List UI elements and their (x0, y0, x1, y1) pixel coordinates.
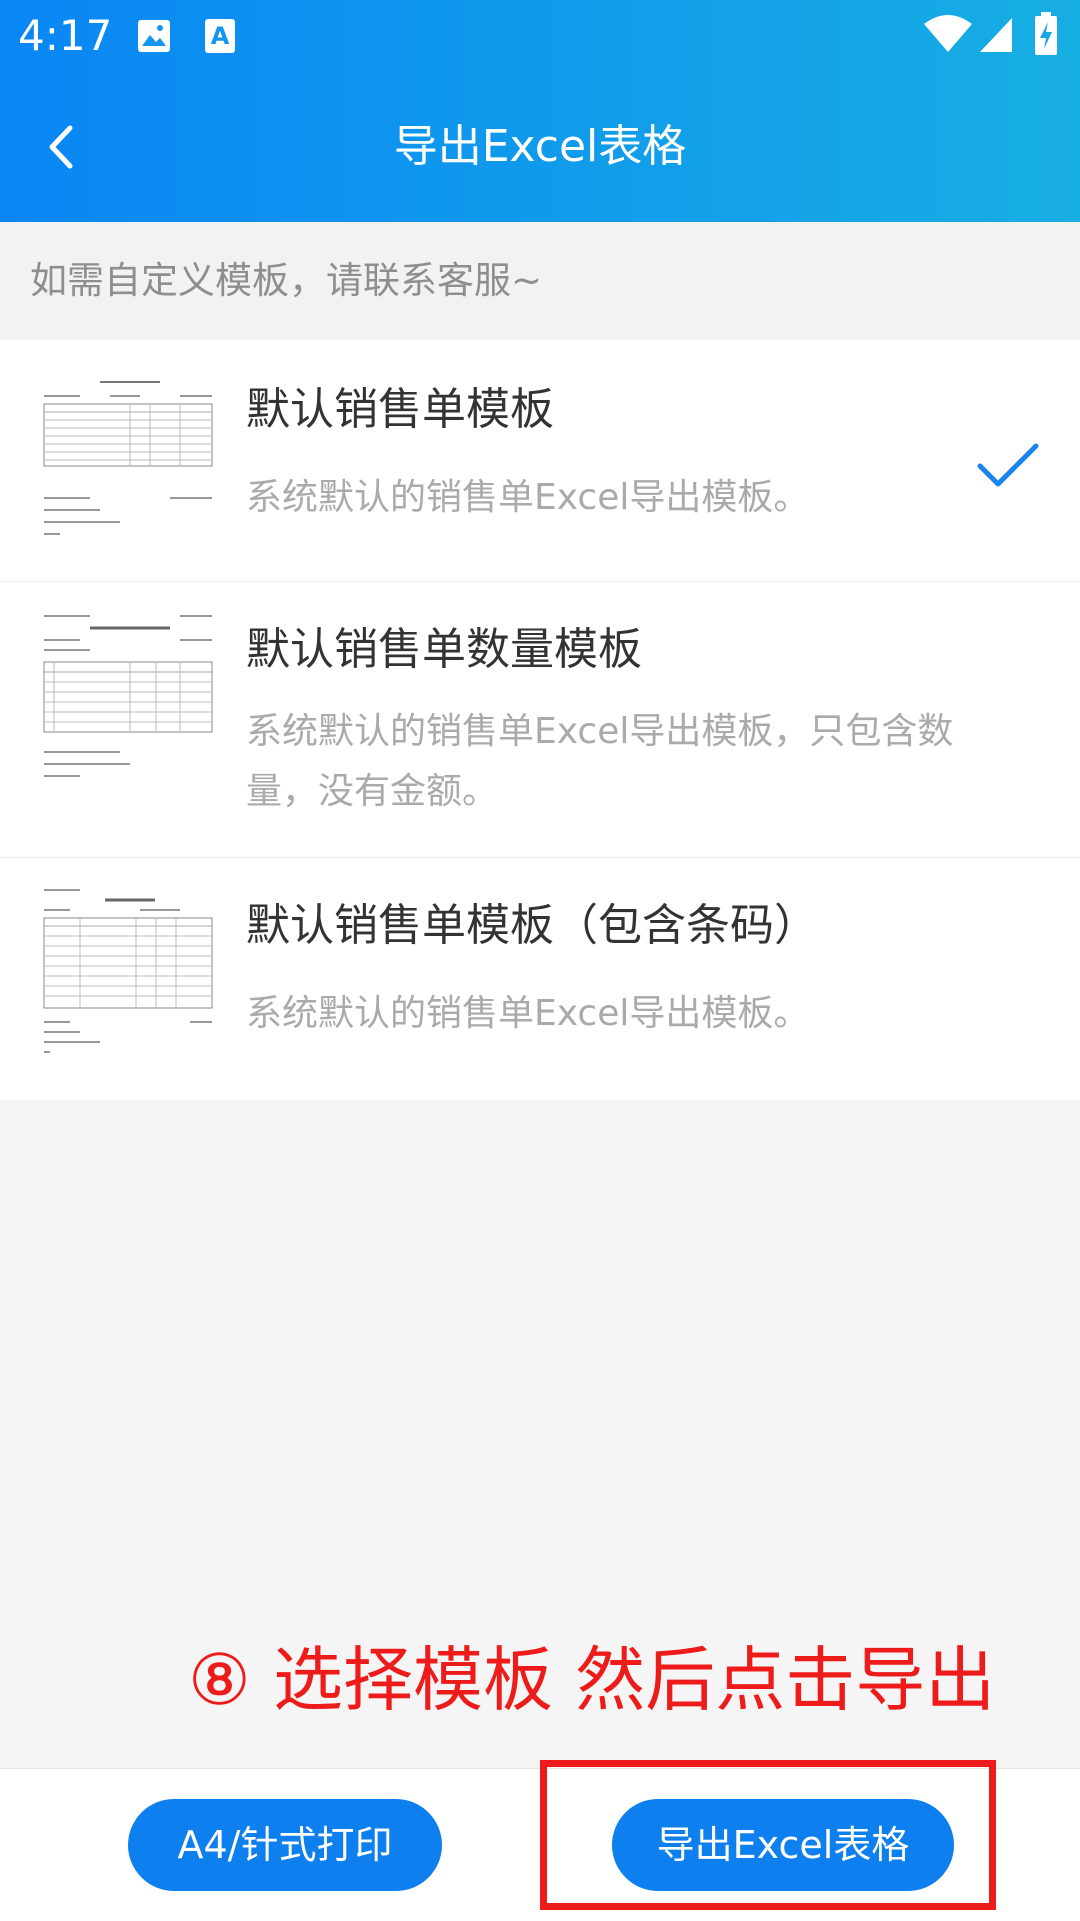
template-thumbnail (40, 610, 216, 782)
template-title: 默认销售单模板（包含条码） (246, 900, 818, 951)
svg-text:A: A (211, 22, 230, 50)
custom-template-tip: 如需自定义模板，请联系客服~ (0, 222, 1080, 340)
highlight-box (540, 1760, 996, 1910)
status-bar: 4:17 A (0, 0, 1080, 72)
battery-charging-icon (1035, 12, 1057, 55)
signal-icon (980, 18, 1012, 52)
template-description: 系统默认的销售单Excel导出模板，只包含数量，没有金额。 (246, 711, 954, 812)
a-icon: A (205, 19, 235, 53)
image-icon (138, 20, 170, 52)
template-list: 默认销售单模板 系统默认的销售单Excel导出模板。 默认销售单数量模板 系统默… (0, 340, 1080, 1100)
template-item-quantity[interactable]: 默认销售单数量模板 系统默认的销售单Excel导出模板，只包含数量，没有金额。 (0, 582, 1080, 858)
template-item-barcode[interactable]: 默认销售单模板（包含条码） 系统默认的销售单Excel导出模板。 (0, 858, 1080, 1100)
template-description: 系统默认的销售单Excel导出模板。 (246, 477, 810, 518)
template-title: 默认销售单数量模板 (246, 624, 642, 675)
template-item-default[interactable]: 默认销售单模板 系统默认的销售单Excel导出模板。 (0, 340, 1080, 582)
template-thumbnail (40, 368, 216, 540)
page-title: 导出Excel表格 (393, 121, 687, 172)
wifi-icon (924, 15, 972, 52)
check-icon (977, 443, 1039, 487)
template-description: 系统默认的销售单Excel导出模板。 (246, 993, 810, 1034)
app-header: 4:17 A 导出Excel表格 (0, 0, 1080, 222)
instruction-annotation: ⑧ 选择模板 然后点击导出 (188, 1639, 996, 1721)
template-thumbnail (40, 886, 216, 1058)
nav-bar: 导出Excel表格 (0, 72, 1080, 222)
print-button[interactable]: A4/针式打印 (128, 1799, 442, 1891)
template-title: 默认销售单模板 (246, 384, 554, 435)
status-time: 4:17 (18, 11, 113, 60)
